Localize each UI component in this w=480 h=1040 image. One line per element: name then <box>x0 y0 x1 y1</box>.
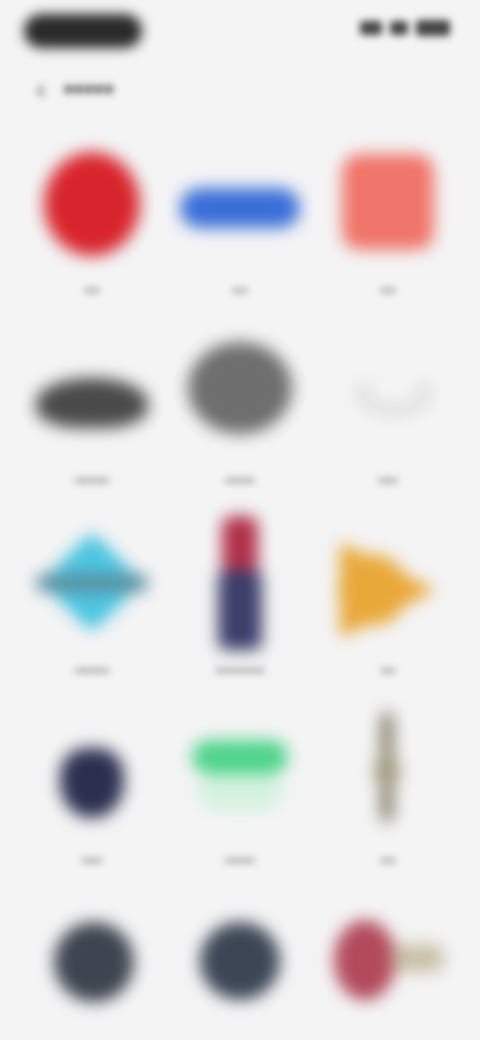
back-arrow-icon[interactable]: ‹ <box>30 76 52 102</box>
page-title: ••••• <box>64 73 115 104</box>
mauve-badge-icon[interactable] <box>326 904 450 1028</box>
red-circle-icon[interactable] <box>30 144 154 268</box>
app-label: •••••• <box>225 472 255 488</box>
app-label: ••• <box>380 662 396 678</box>
bottle-icon[interactable] <box>178 516 302 650</box>
app-tile[interactable]: •••• <box>18 700 166 890</box>
navy-shield-icon[interactable] <box>30 714 154 838</box>
gray-blob-icon[interactable] <box>178 334 302 458</box>
battery-icon <box>416 20 450 36</box>
slate-round-icon[interactable] <box>178 904 302 1028</box>
app-grid: ••• ••• ••• ••••••• •••••• •••• ••••••• … <box>18 130 462 1040</box>
status-bar <box>0 0 480 64</box>
signal-icon <box>360 21 382 35</box>
salmon-square-icon[interactable] <box>326 144 450 268</box>
app-label: ••••••• <box>74 472 110 488</box>
app-tile[interactable]: ••••••• <box>18 510 166 700</box>
cyan-diamond-icon[interactable] <box>30 524 154 648</box>
app-tile[interactable]: ••• <box>314 130 462 320</box>
app-label: ••••••• <box>74 662 110 678</box>
app-tile[interactable]: ••• <box>314 700 462 890</box>
app-tile[interactable]: ••• <box>166 130 314 320</box>
yellow-play-icon[interactable] <box>326 524 450 648</box>
app-label: ••• <box>380 852 396 868</box>
outline-swoosh-icon[interactable] <box>326 334 450 458</box>
slate-circle-icon[interactable] <box>30 904 154 1028</box>
app-tile[interactable]: •••••• <box>166 320 314 510</box>
app-tile[interactable] <box>314 890 462 1040</box>
app-tile[interactable]: •••••• <box>166 700 314 890</box>
app-tile[interactable]: ••• <box>314 510 462 700</box>
app-tile[interactable]: ••••••• <box>18 320 166 510</box>
app-label: ••• <box>84 282 100 298</box>
app-label: •••••••••• <box>215 662 265 678</box>
blue-pill-icon[interactable] <box>178 144 302 268</box>
app-tile[interactable]: •••••••••• <box>166 510 314 700</box>
app-tile[interactable] <box>18 890 166 1040</box>
app-tile[interactable] <box>166 890 314 1040</box>
header: ‹ ••••• <box>30 64 450 114</box>
app-label: •••• <box>82 852 102 868</box>
app-tile[interactable]: •••• <box>314 320 462 510</box>
app-label: •••• <box>378 472 398 488</box>
status-time-pill <box>24 14 142 48</box>
app-label: •••••• <box>225 852 255 868</box>
green-check-icon[interactable] <box>178 714 302 838</box>
dark-cloud-icon[interactable] <box>30 334 154 458</box>
app-screen: ‹ ••••• ••• ••• ••• ••••••• •••••• •••• … <box>0 0 480 1040</box>
app-label: ••• <box>380 282 396 298</box>
wifi-icon <box>390 21 408 35</box>
figure-icon[interactable] <box>326 712 450 838</box>
status-icons <box>360 20 450 36</box>
app-label: ••• <box>232 282 248 298</box>
app-tile[interactable]: ••• <box>18 130 166 320</box>
